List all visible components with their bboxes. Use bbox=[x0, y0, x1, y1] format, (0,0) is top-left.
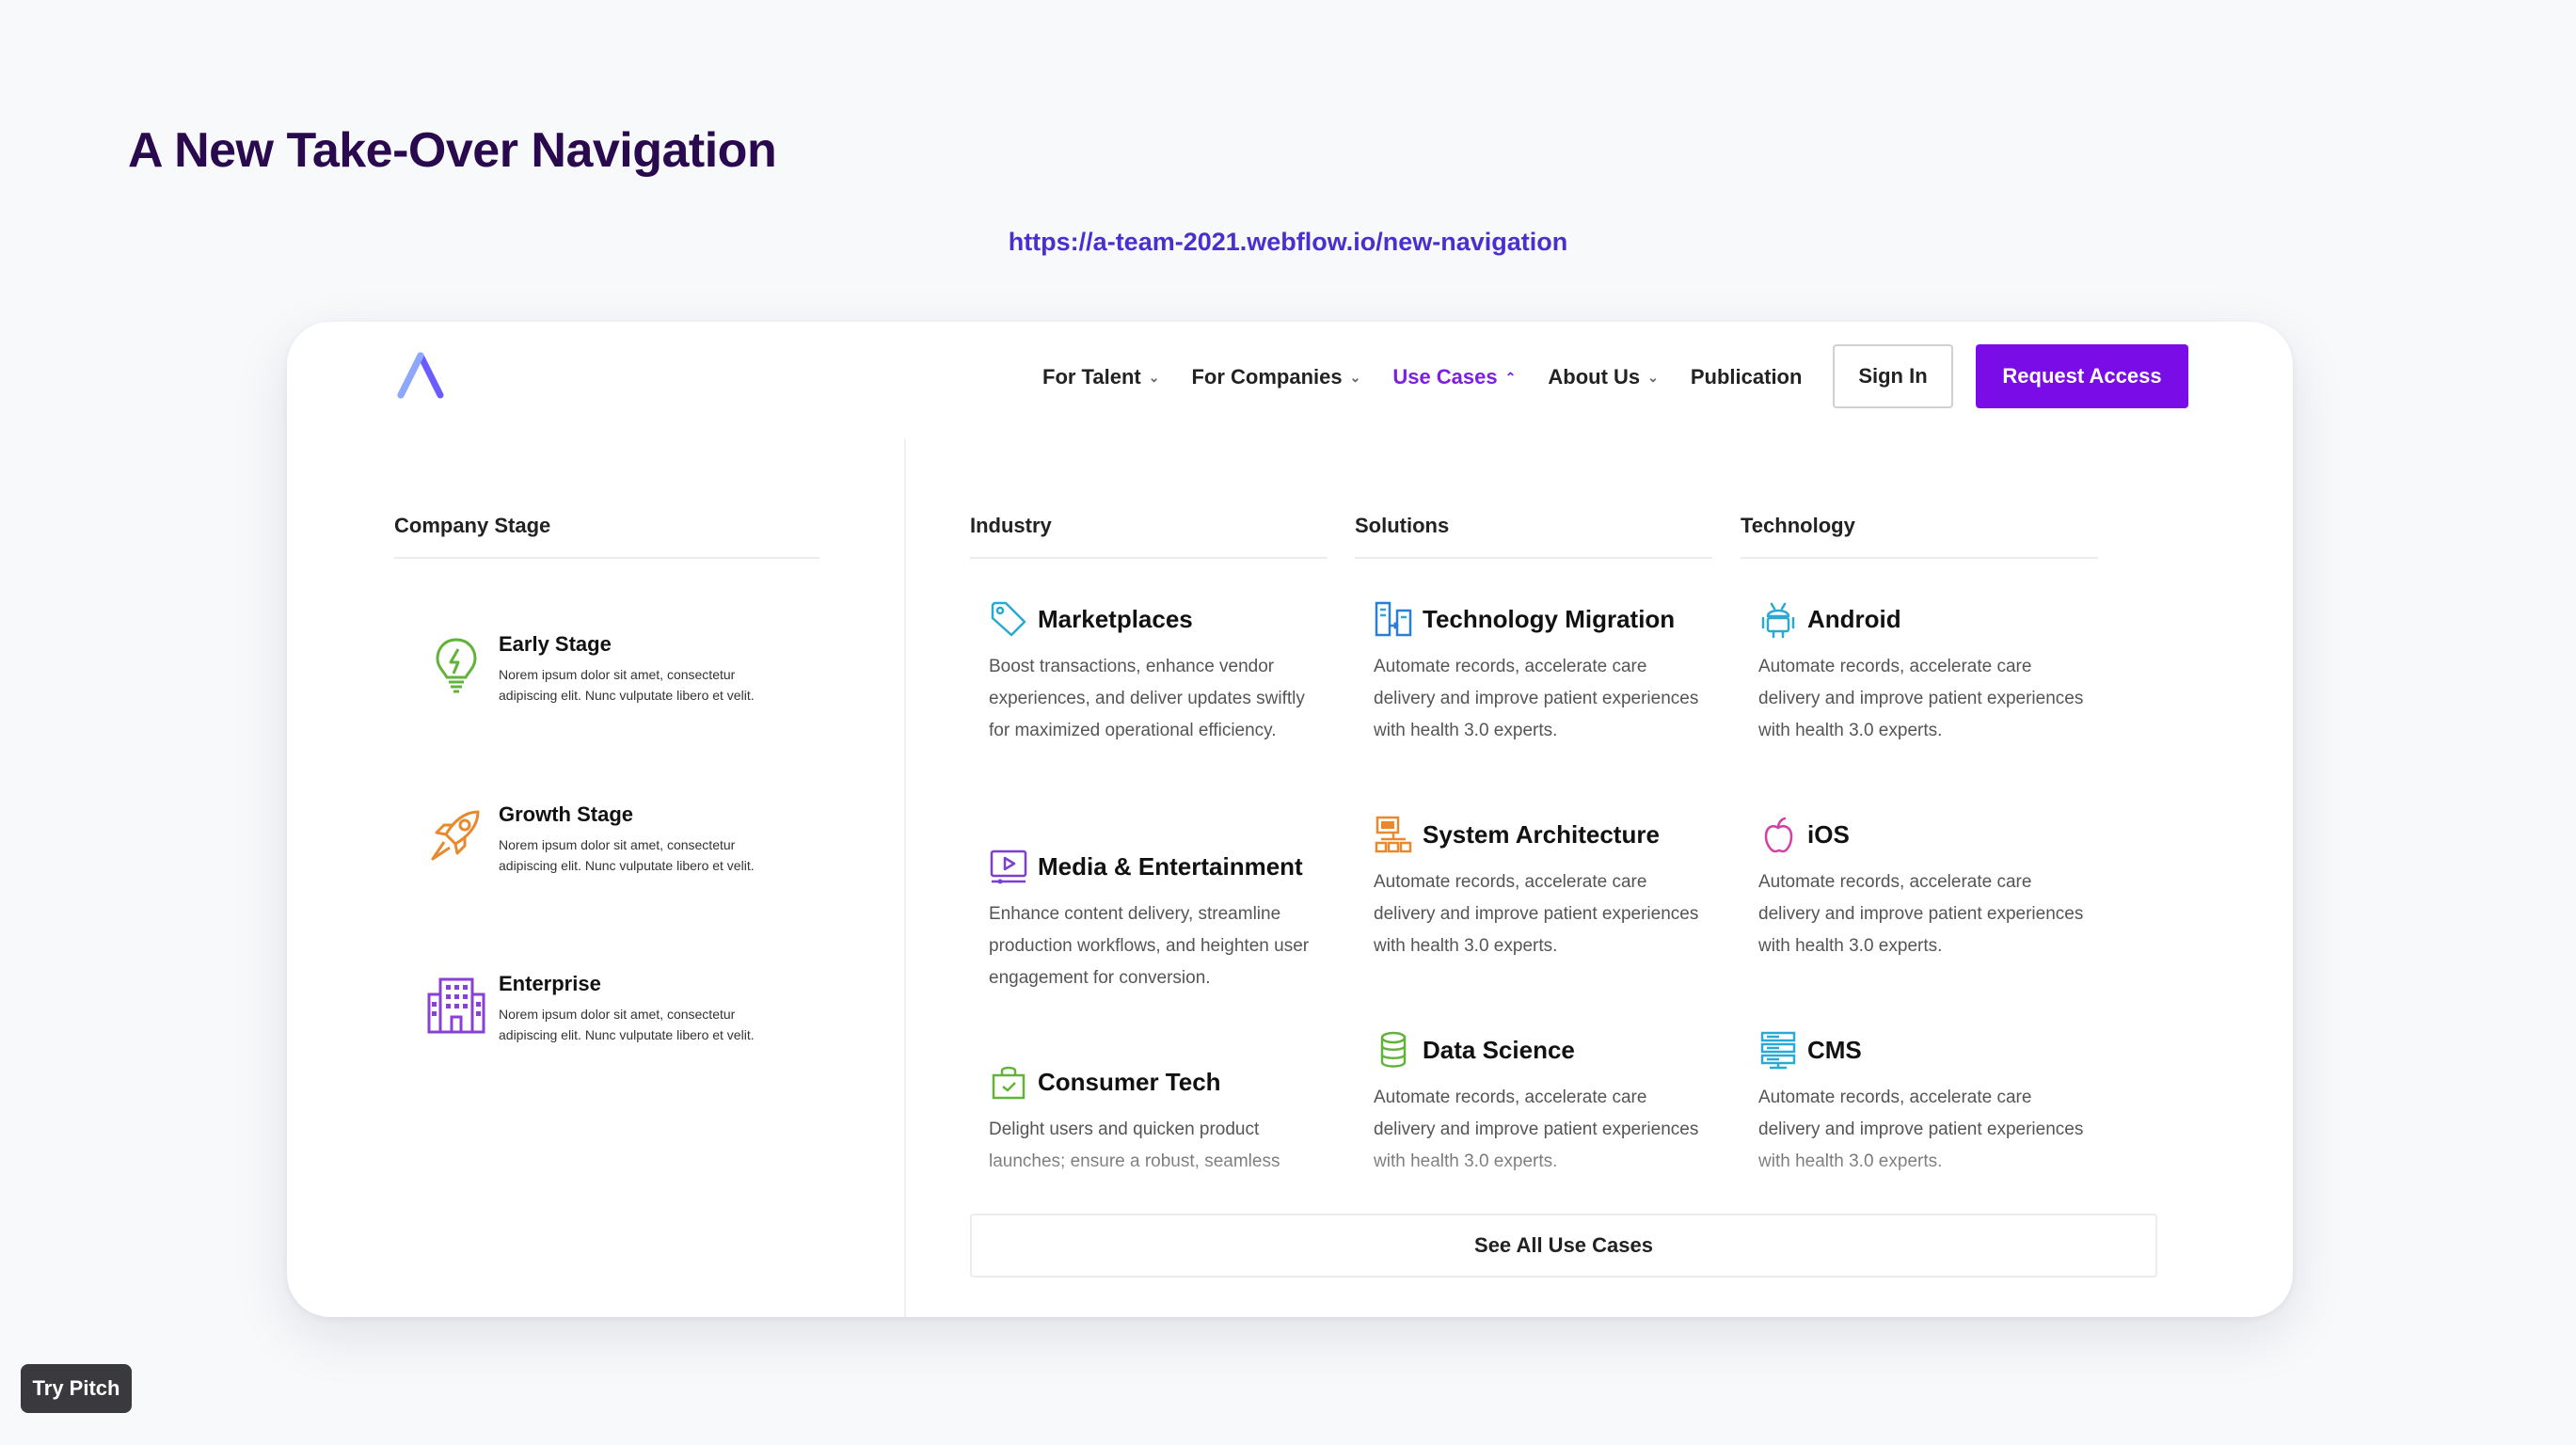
try-pitch-button[interactable]: Try Pitch bbox=[21, 1364, 132, 1413]
nav-publication-label: Publication bbox=[1690, 365, 1803, 389]
request-access-button[interactable]: Request Access bbox=[1976, 344, 2188, 408]
industry-marketplaces-title: Marketplaces bbox=[1038, 604, 1193, 633]
tech-ios-title: iOS bbox=[1807, 819, 1850, 849]
solution-data-science-title: Data Science bbox=[1423, 1035, 1575, 1064]
slide-title: A New Take-Over Navigation bbox=[128, 123, 777, 178]
rocket-icon bbox=[431, 810, 480, 861]
sign-in-button[interactable]: Sign In bbox=[1833, 344, 1953, 408]
company-stage-heading: Company Stage bbox=[394, 514, 551, 537]
heading-rule bbox=[1355, 557, 1712, 559]
stage-enterprise[interactable]: Enterprise Norem ipsum dolor sit amet, c… bbox=[423, 972, 790, 1045]
industry-media-entertainment[interactable]: Media & Entertainment Enhance content de… bbox=[989, 846, 1328, 994]
main-nav: For Talent ⌄ For Companies ⌄ Use Cases ⌃… bbox=[1042, 344, 1834, 410]
heading-rule bbox=[970, 557, 1328, 559]
solution-system-architecture[interactable]: System Architecture Automate records, ac… bbox=[1374, 814, 1712, 962]
chevron-down-icon: ⌄ bbox=[1148, 369, 1160, 385]
tech-cms-title: CMS bbox=[1807, 1035, 1862, 1064]
heading-rule bbox=[394, 557, 819, 559]
shopping-bag-icon bbox=[992, 1066, 1026, 1100]
nav-for-companies[interactable]: For Companies ⌄ bbox=[1191, 365, 1360, 389]
see-all-use-cases-button[interactable]: See All Use Cases bbox=[970, 1214, 2157, 1278]
chevron-down-icon: ⌄ bbox=[1647, 369, 1659, 385]
tech-android[interactable]: Android Automate records, accelerate car… bbox=[1758, 598, 2097, 747]
nav-publication[interactable]: Publication bbox=[1691, 365, 1803, 389]
stage-enterprise-name: Enterprise bbox=[499, 972, 601, 995]
industry-marketplaces-desc: Boost transactions, enhance vendor exper… bbox=[989, 657, 1305, 740]
stage-early[interactable]: Early Stage Norem ipsum dolor sit amet, … bbox=[423, 632, 790, 706]
solutions-heading: Solutions bbox=[1355, 514, 1450, 537]
technology-heading: Technology bbox=[1741, 514, 1855, 537]
tag-icon bbox=[991, 601, 1026, 637]
industry-heading: Industry bbox=[970, 514, 1052, 537]
chevron-up-icon: ⌃ bbox=[1504, 369, 1517, 385]
tech-ios-desc: Automate records, accelerate care delive… bbox=[1758, 872, 2084, 956]
nav-about-us-label: About Us bbox=[1548, 365, 1641, 389]
nav-for-companies-label: For Companies bbox=[1191, 365, 1343, 389]
industry-media-desc: Enhance content delivery, streamline pro… bbox=[989, 904, 1310, 988]
stage-enterprise-desc: Norem ipsum dolor sit amet, consectetur … bbox=[499, 1007, 755, 1042]
tech-android-desc: Automate records, accelerate care delive… bbox=[1758, 657, 2084, 740]
solution-technology-migration[interactable]: Technology Migration Automate records, a… bbox=[1374, 598, 1712, 747]
heading-rule bbox=[1741, 557, 2098, 559]
nav-about-us[interactable]: About Us ⌄ bbox=[1548, 365, 1659, 389]
slide-url-link[interactable]: https://a-team-2021.webflow.io/new-navig… bbox=[0, 228, 2576, 257]
stage-growth-name: Growth Stage bbox=[499, 802, 634, 826]
chevron-down-icon: ⌄ bbox=[1349, 369, 1361, 385]
apple-icon bbox=[1764, 817, 1793, 853]
solution-system-architecture-desc: Automate records, accelerate care delive… bbox=[1374, 872, 1699, 956]
cms-icon bbox=[1760, 1031, 1796, 1070]
solution-system-architecture-title: System Architecture bbox=[1423, 819, 1660, 849]
website-preview: For Talent ⌄ For Companies ⌄ Use Cases ⌃… bbox=[287, 322, 2293, 1317]
tech-android-title: Android bbox=[1807, 604, 1901, 633]
architecture-icon bbox=[1375, 816, 1412, 853]
solution-technology-migration-desc: Automate records, accelerate care delive… bbox=[1374, 657, 1699, 740]
tech-ios[interactable]: iOS Automate records, accelerate care de… bbox=[1758, 814, 2097, 962]
nav-for-talent[interactable]: For Talent ⌄ bbox=[1042, 365, 1159, 389]
stage-growth-desc: Norem ipsum dolor sit amet, consectetur … bbox=[499, 837, 755, 873]
stage-early-desc: Norem ipsum dolor sit amet, consectetur … bbox=[499, 667, 755, 703]
a-team-logo-icon[interactable] bbox=[395, 350, 446, 401]
stage-early-name: Early Stage bbox=[499, 632, 612, 656]
stage-growth[interactable]: Growth Stage Norem ipsum dolor sit amet,… bbox=[423, 802, 790, 876]
industry-marketplaces[interactable]: Marketplaces Boost transactions, enhance… bbox=[989, 598, 1328, 747]
industry-media-title: Media & Entertainment bbox=[1038, 851, 1303, 881]
database-icon bbox=[1380, 1031, 1407, 1068]
android-icon bbox=[1761, 602, 1795, 639]
solution-technology-migration-title: Technology Migration bbox=[1423, 604, 1676, 633]
nav-for-talent-label: For Talent bbox=[1042, 365, 1141, 389]
menu-column-divider bbox=[904, 439, 906, 1317]
migration-icon bbox=[1375, 601, 1412, 637]
lightbulb-icon bbox=[436, 638, 477, 693]
scroll-fade-overlay bbox=[946, 1140, 2169, 1225]
industry-consumer-tech-title: Consumer Tech bbox=[1038, 1067, 1221, 1096]
nav-use-cases-label: Use Cases bbox=[1392, 365, 1498, 389]
play-screen-icon bbox=[990, 850, 1027, 884]
nav-use-cases[interactable]: Use Cases ⌃ bbox=[1392, 365, 1516, 389]
building-icon bbox=[427, 977, 485, 1034]
